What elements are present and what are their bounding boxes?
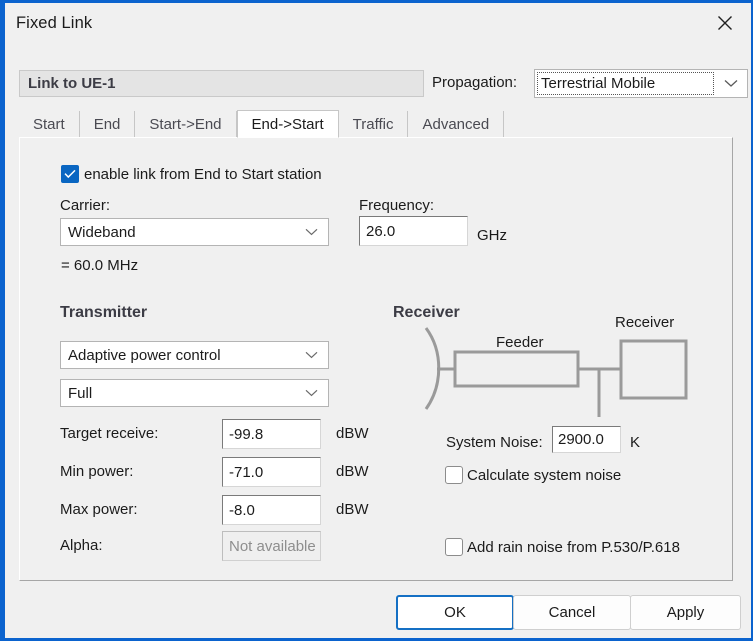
target-receive-value: -99.8 — [229, 425, 264, 443]
power-mode-value: Full — [68, 384, 93, 402]
carrier-dropdown[interactable]: Wideband — [60, 218, 329, 246]
calculate-system-noise-checkbox-row[interactable]: Calculate system noise — [445, 466, 621, 484]
checkbox-unchecked-icon[interactable] — [445, 466, 463, 484]
chevron-down-icon — [302, 219, 320, 245]
tab-label: Advanced — [422, 116, 490, 133]
tab-traffic[interactable]: Traffic — [339, 111, 409, 138]
max-power-input[interactable]: -8.0 — [222, 495, 321, 525]
ok-button-label: OK — [444, 604, 466, 621]
min-power-value: -71.0 — [229, 463, 264, 481]
chevron-down-icon — [302, 380, 320, 406]
link-name-field: Link to UE-1 — [19, 70, 424, 97]
target-receive-unit: dBW — [336, 425, 369, 442]
tab-label: End — [93, 116, 121, 133]
apply-button[interactable]: Apply — [630, 595, 741, 630]
target-receive-input[interactable]: -99.8 — [222, 419, 321, 449]
tab-label: End->Start — [251, 115, 324, 133]
receiver-diagram: Feeder Receiver — [393, 314, 703, 438]
min-power-unit: dBW — [336, 463, 369, 480]
feeder-label: Feeder — [496, 334, 544, 351]
receiver-chain-graphic — [424, 327, 688, 417]
alpha-input: Not available — [222, 531, 321, 561]
transmitter-heading: Transmitter — [60, 304, 148, 321]
propagation-value: Terrestrial Mobile — [541, 75, 656, 92]
tab-start[interactable]: Start — [19, 111, 80, 138]
power-control-dropdown[interactable]: Adaptive power control — [60, 341, 329, 369]
checkbox-checked-icon[interactable] — [61, 165, 79, 183]
frequency-input[interactable]: 26.0 — [359, 216, 468, 246]
propagation-dropdown[interactable]: Terrestrial Mobile — [534, 69, 748, 98]
frequency-unit: GHz — [477, 227, 507, 244]
system-noise-label: System Noise: — [446, 434, 543, 451]
max-power-label: Max power: — [60, 501, 138, 518]
tab-label: Start->End — [149, 116, 222, 133]
title-bar: Fixed Link — [5, 3, 748, 46]
tab-bar: Start End Start->End End->Start Traffic … — [19, 110, 505, 138]
tab-label: Start — [33, 116, 65, 133]
tab-label: Traffic — [352, 116, 394, 133]
system-noise-unit: K — [630, 434, 641, 451]
chevron-down-icon — [302, 342, 320, 368]
frequency-label: Frequency: — [359, 197, 435, 214]
max-power-value: -8.0 — [229, 501, 255, 519]
fixed-link-dialog: Fixed Link Link to UE-1 Propagation: Ter… — [0, 0, 753, 641]
alpha-row: Alpha: Not available — [60, 523, 360, 561]
max-power-row: Max power: -8.0 dBW — [60, 495, 369, 525]
dialog-footer: OK Cancel Apply — [5, 581, 748, 638]
max-power-unit: dBW — [336, 501, 369, 518]
propagation-label: Propagation: — [432, 74, 518, 91]
tab-panel-end-to-start: enable link from End to Start station Ca… — [19, 137, 733, 581]
tab-advanced[interactable]: Advanced — [408, 111, 505, 138]
add-rain-noise-label: Add rain noise from P.530/P.618 — [467, 538, 680, 556]
target-receive-label: Target receive: — [60, 425, 159, 442]
close-button[interactable] — [702, 3, 748, 43]
calculate-system-noise-label: Calculate system noise — [467, 466, 622, 484]
propagation-focus-outline: Terrestrial Mobile — [537, 72, 714, 95]
receiver-box-label: Receiver — [615, 314, 675, 331]
tab-start-to-end[interactable]: Start->End — [135, 111, 237, 138]
close-icon — [716, 14, 734, 32]
alpha-value: Not available — [229, 537, 316, 555]
window-title: Fixed Link — [16, 14, 93, 32]
min-power-label: Min power: — [60, 463, 134, 480]
add-rain-noise-checkbox-row[interactable]: Add rain noise from P.530/P.618 — [445, 538, 680, 556]
enable-link-label: enable link from End to Start station — [84, 165, 322, 183]
cancel-button-label: Cancel — [548, 604, 596, 621]
apply-button-label: Apply — [666, 604, 705, 621]
link-name-value: Link to UE-1 — [28, 75, 116, 92]
target-receive-row: Target receive: -99.8 dBW — [60, 419, 369, 449]
tab-end-to-start[interactable]: End->Start — [236, 110, 339, 138]
frequency-value: 26.0 — [366, 222, 396, 240]
carrier-label: Carrier: — [60, 197, 111, 214]
min-power-input[interactable]: -71.0 — [222, 457, 321, 487]
enable-link-checkbox-row[interactable]: enable link from End to Start station — [61, 165, 322, 183]
alpha-label: Alpha: — [60, 537, 103, 554]
power-mode-dropdown[interactable]: Full — [60, 379, 329, 407]
min-power-row: Min power: -71.0 dBW — [60, 457, 369, 487]
system-noise-value: 2900.0 — [558, 431, 604, 448]
cancel-button[interactable]: Cancel — [513, 595, 631, 630]
receiver-heading: Receiver — [393, 304, 460, 321]
system-noise-input[interactable]: 2900.0 — [552, 426, 621, 453]
tab-end[interactable]: End — [80, 111, 136, 138]
power-control-value: Adaptive power control — [68, 346, 221, 364]
carrier-bandwidth-note: = 60.0 MHz — [61, 257, 139, 274]
ok-button[interactable]: OK — [396, 595, 514, 630]
checkbox-unchecked-icon[interactable] — [445, 538, 463, 556]
carrier-value: Wideband — [68, 223, 136, 241]
chevron-down-icon — [721, 70, 741, 97]
